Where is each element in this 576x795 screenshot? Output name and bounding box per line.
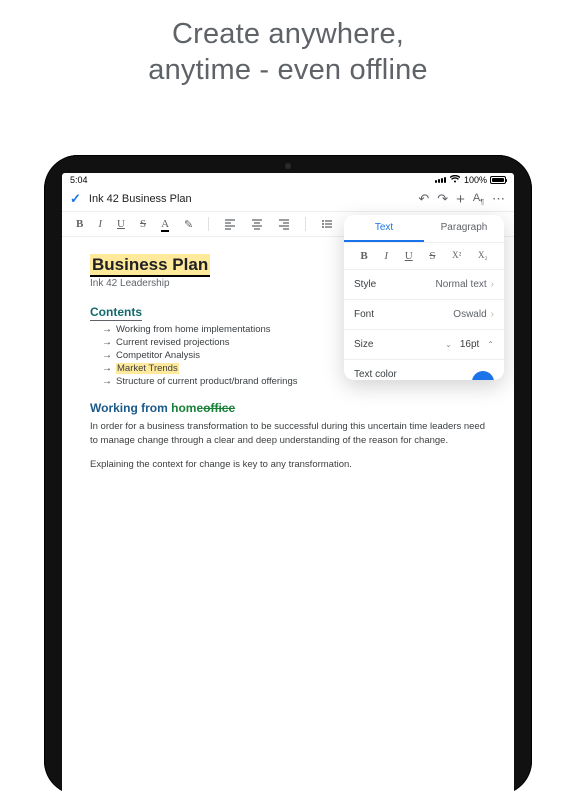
status-time: 5:04 (70, 175, 88, 185)
document-titlebar: ✓ Ink 42 Business Plan ↶ ↷ + A¶ ⋯ (62, 187, 514, 211)
toolbar-separator (305, 217, 306, 231)
highlight-button[interactable]: ✎ (184, 218, 193, 231)
app-screen: 5:04 100% ✓ Ink 42 Business Plan ↶ ↷ + A… (62, 173, 514, 795)
undo-icon[interactable]: ↶ (418, 191, 429, 207)
paragraph: In order for a business transformation t… (90, 420, 486, 448)
insert-icon[interactable]: + (456, 191, 465, 208)
doc-heading: Business Plan (90, 254, 210, 277)
arrow-icon: → (102, 324, 112, 335)
cellular-icon (435, 177, 446, 183)
redo-icon[interactable]: ↷ (437, 191, 448, 207)
format-popover: Text Paragraph B I U S X² X₂ Style Norma… (344, 215, 504, 380)
battery-percent: 100% (464, 175, 487, 185)
tagline-line-2: anytime - even offline (0, 52, 576, 88)
font-label: Font (354, 309, 374, 320)
tab-paragraph[interactable]: Paragraph (424, 215, 504, 242)
promo-tagline: Create anywhere, anytime - even offline (0, 16, 576, 89)
document-title[interactable]: Ink 42 Business Plan (89, 193, 410, 205)
done-check-icon[interactable]: ✓ (70, 191, 81, 207)
size-row: Size ⌄ 16pt ⌃ (344, 330, 504, 360)
arrow-icon: → (102, 376, 112, 387)
toolbar-separator (208, 217, 209, 231)
popover-bold[interactable]: B (360, 250, 367, 262)
style-label: Style (354, 279, 376, 290)
format-icon[interactable]: A¶ (473, 192, 484, 206)
italic-button[interactable]: I (98, 218, 102, 230)
arrow-icon: → (102, 363, 112, 374)
tagline-line-1: Create anywhere, (0, 16, 576, 52)
size-label: Size (354, 339, 373, 350)
status-bar: 5:04 100% (62, 173, 514, 187)
style-row[interactable]: Style Normal text› (344, 270, 504, 300)
arrow-icon: → (102, 337, 112, 348)
section-heading: Working from homeoffice (90, 401, 486, 415)
ipad-camera (285, 163, 291, 169)
popover-format-row: B I U S X² X₂ (344, 243, 504, 270)
align-left-button[interactable] (224, 218, 236, 230)
bold-button[interactable]: B (76, 218, 83, 230)
battery-icon (490, 176, 506, 184)
color-swatch (472, 371, 494, 381)
more-icon[interactable]: ⋯ (492, 191, 506, 207)
contents-heading: Contents (90, 305, 142, 321)
popover-superscript[interactable]: X² (452, 250, 461, 262)
popover-tabs: Text Paragraph (344, 215, 504, 243)
size-value: 16pt (460, 339, 479, 350)
size-decrease[interactable]: ⌄ (445, 340, 452, 349)
text-color-row[interactable]: Text color (344, 360, 504, 380)
text-color-button[interactable]: A (161, 218, 169, 230)
paragraph: Explaining the context for change is key… (90, 458, 486, 472)
ipad-frame: 5:04 100% ✓ Ink 42 Business Plan ↶ ↷ + A… (44, 155, 532, 795)
wifi-icon (450, 175, 460, 185)
tab-text[interactable]: Text (344, 215, 424, 242)
strikethrough-button[interactable]: S (140, 218, 146, 230)
bullet-list-button[interactable] (321, 218, 333, 230)
popover-subscript[interactable]: X₂ (478, 250, 488, 262)
underline-button[interactable]: U (117, 218, 125, 230)
popover-italic[interactable]: I (384, 250, 388, 262)
popover-underline[interactable]: U (405, 250, 413, 262)
popover-strike[interactable]: S (429, 250, 435, 262)
chevron-right-icon: › (491, 309, 494, 320)
align-center-button[interactable] (251, 218, 263, 230)
chevron-right-icon: › (491, 279, 494, 290)
text-color-label: Text color (354, 369, 397, 380)
font-row[interactable]: Font Oswald› (344, 300, 504, 330)
align-right-button[interactable] (278, 218, 290, 230)
size-increase[interactable]: ⌃ (487, 340, 494, 349)
arrow-icon: → (102, 350, 112, 361)
